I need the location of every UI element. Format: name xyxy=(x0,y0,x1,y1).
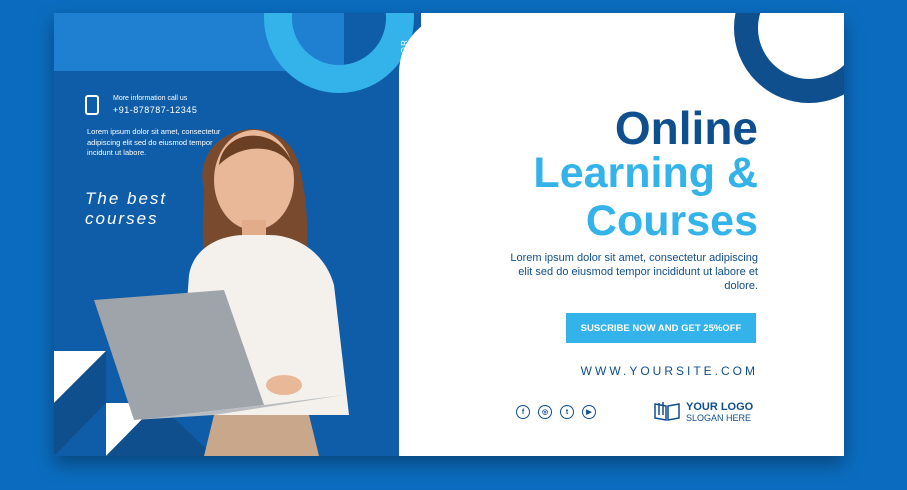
youtube-icon[interactable]: ▶ xyxy=(582,405,596,419)
instagram-icon[interactable]: ◎ xyxy=(538,405,552,419)
book-logo-icon xyxy=(654,402,680,421)
headline-line-3: Courses xyxy=(585,197,758,245)
corner-ring-decoration xyxy=(734,13,844,103)
description: Lorem ipsum dolor sit amet, consectetur … xyxy=(510,252,758,292)
subscribe-button[interactable]: SUSCRIBE NOW AND GET 25%OFF xyxy=(566,313,756,343)
logo-name: YOUR LOGO xyxy=(686,401,754,413)
headline-line-1: Online xyxy=(614,102,758,154)
website-link[interactable]: WWW.YOURSITE.COM xyxy=(581,364,758,378)
banner: More information call us +91-878787-1234… xyxy=(54,13,844,456)
facebook-icon[interactable]: f xyxy=(516,405,530,419)
social-icons: f ◎ t ▶ xyxy=(516,405,596,419)
twitter-icon[interactable]: t xyxy=(560,405,574,419)
vertical-text: LOREM IPSUM DOLOR xyxy=(400,38,409,146)
logo-slogan: SLOGAN HERE xyxy=(686,413,752,423)
headline-line-2: Learning & xyxy=(533,149,758,197)
woman-with-laptop-photo xyxy=(94,129,349,456)
